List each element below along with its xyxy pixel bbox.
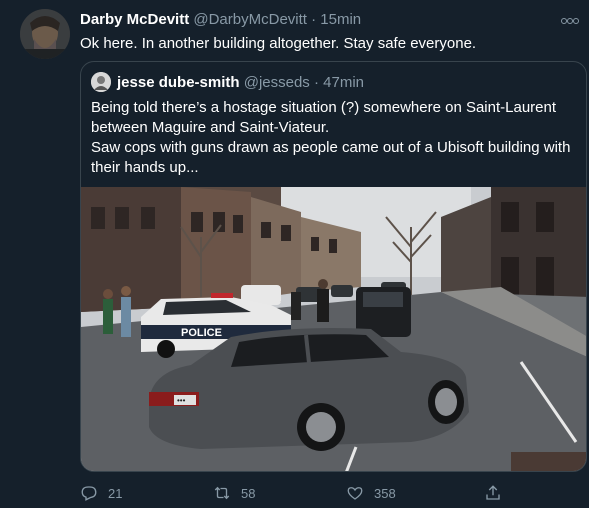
quoted-author-name: jesse dube-smith: [117, 74, 240, 91]
police-car-lettering: POLICE: [181, 327, 222, 339]
time-separator: ·: [311, 11, 317, 28]
tweet[interactable]: Darby McDevitt @DarbyMcDevitt · 15min Ok…: [0, 0, 589, 508]
like-count: 358: [374, 485, 396, 501]
tweet-text: Ok here. In another building altogether.…: [80, 35, 477, 52]
retweet-count: 58: [241, 485, 256, 501]
quoted-tweet-header: jesse dube-smith @jesseds · 47min: [117, 74, 364, 91]
reply-icon: [81, 486, 97, 501]
retweet-button[interactable]: 58: [213, 482, 255, 504]
quoted-text-line: Saw cops with guns drawn as people came …: [91, 139, 571, 156]
quoted-author-handle: @jesseds: [243, 74, 310, 91]
quoted-text-line: Being told there’s a hostage situation (…: [91, 99, 557, 116]
author-name[interactable]: Darby McDevitt: [80, 11, 189, 28]
tweet-actions: 21 58 358: [80, 482, 520, 504]
like-button[interactable]: 358: [346, 482, 396, 504]
retweet-icon: [214, 486, 230, 500]
like-icon: [347, 487, 363, 500]
quoted-author-avatar: [91, 72, 111, 92]
quoted-text-line: their hands up...: [91, 159, 199, 176]
quoted-tweet-text: Being told there’s a hostage situation (…: [91, 98, 578, 178]
author-avatar[interactable]: [20, 9, 70, 59]
reply-count: 21: [108, 485, 123, 501]
author-handle[interactable]: @DarbyMcDevitt: [193, 11, 307, 28]
share-icon: [486, 485, 500, 500]
quoted-tweet-time: 47min: [323, 74, 365, 91]
tweet-header: Darby McDevitt @DarbyMcDevitt · 15min: [80, 11, 581, 31]
reply-button[interactable]: 21: [80, 482, 122, 504]
quoted-tweet[interactable]: jesse dube-smith @jesseds · 47min Being …: [80, 61, 587, 472]
more-icon[interactable]: [561, 18, 579, 24]
quoted-tweet-photo[interactable]: POLICE •••: [81, 187, 586, 471]
share-button[interactable]: [484, 482, 512, 504]
quoted-text-line: between Maguire and Saint-Viateur.: [91, 119, 330, 136]
tweet-time[interactable]: 15min: [320, 11, 361, 28]
street-scene-photo: POLICE •••: [81, 187, 586, 471]
quoted-time-separator: ·: [313, 74, 319, 91]
license-plate: •••: [177, 396, 186, 405]
